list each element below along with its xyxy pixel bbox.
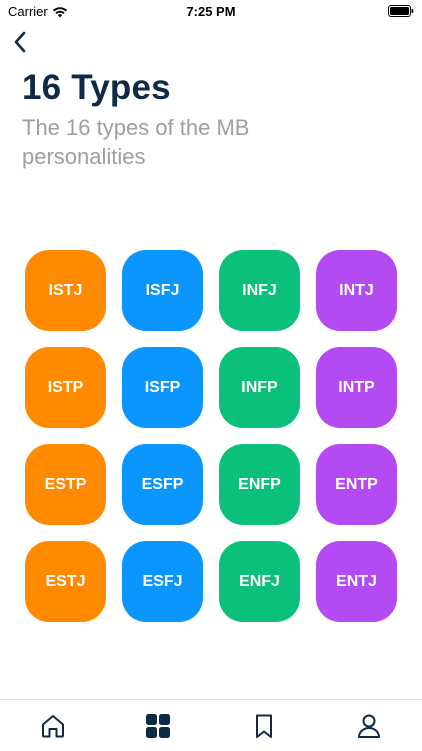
type-tile-estj[interactable]: ESTJ [25,541,106,622]
type-tile-isfp[interactable]: ISFP [122,347,203,428]
type-tile-esfp[interactable]: ESFP [122,444,203,525]
grid-icon [146,713,171,738]
type-tile-infj[interactable]: INFJ [219,250,300,331]
type-label: ESFJ [142,572,183,590]
profile-icon [358,714,381,738]
chevron-left-icon [14,31,26,53]
type-label: ISFJ [145,281,180,299]
type-tile-intj[interactable]: INTJ [316,250,397,331]
home-icon [41,714,64,737]
type-label: ISFP [144,378,181,396]
status-bar: Carrier 7:25 PM [0,0,422,24]
type-label: INFJ [242,281,277,299]
clock: 7:25 PM [186,4,236,19]
type-label: ESTP [44,475,87,493]
type-tile-intp[interactable]: INTP [316,347,397,428]
type-label: INTJ [339,281,374,299]
type-tile-istj[interactable]: ISTJ [25,250,106,331]
type-label: ENFP [238,475,281,493]
type-label: INTP [338,378,375,396]
type-label: ENFJ [239,572,280,590]
type-tile-enfp[interactable]: ENFP [219,444,300,525]
types-grid: ISTJ ISFJ INFJ INTJ ISTP ISFP INFP INTP … [25,250,397,622]
type-label: INFP [241,378,278,396]
page-title: 16 Types [22,68,171,107]
type-tile-infp[interactable]: INFP [219,347,300,428]
type-tile-esfj[interactable]: ESFJ [122,541,203,622]
type-label: ESTJ [45,572,86,590]
type-tile-entp[interactable]: ENTP [316,444,397,525]
type-label: ESFP [141,475,184,493]
type-label: ENTJ [336,572,377,590]
type-tile-enfj[interactable]: ENFJ [219,541,300,622]
tab-profile[interactable] [339,704,399,748]
tab-types[interactable] [128,704,188,748]
bookmark-icon [255,714,272,738]
type-tile-estp[interactable]: ESTP [25,444,106,525]
type-tile-istp[interactable]: ISTP [25,347,106,428]
tab-home[interactable] [23,704,83,748]
type-label: ISTP [47,378,84,396]
battery-icon [388,5,414,17]
tab-bar [0,699,422,751]
type-label: ISTJ [48,281,83,299]
type-label: ENTP [335,475,378,493]
type-tile-entj[interactable]: ENTJ [316,541,397,622]
tab-bookmarks[interactable] [234,704,294,748]
page-subtitle: The 16 types of the MB personalities [22,115,250,169]
back-button[interactable] [8,30,32,54]
type-tile-isfj[interactable]: ISFJ [122,250,203,331]
